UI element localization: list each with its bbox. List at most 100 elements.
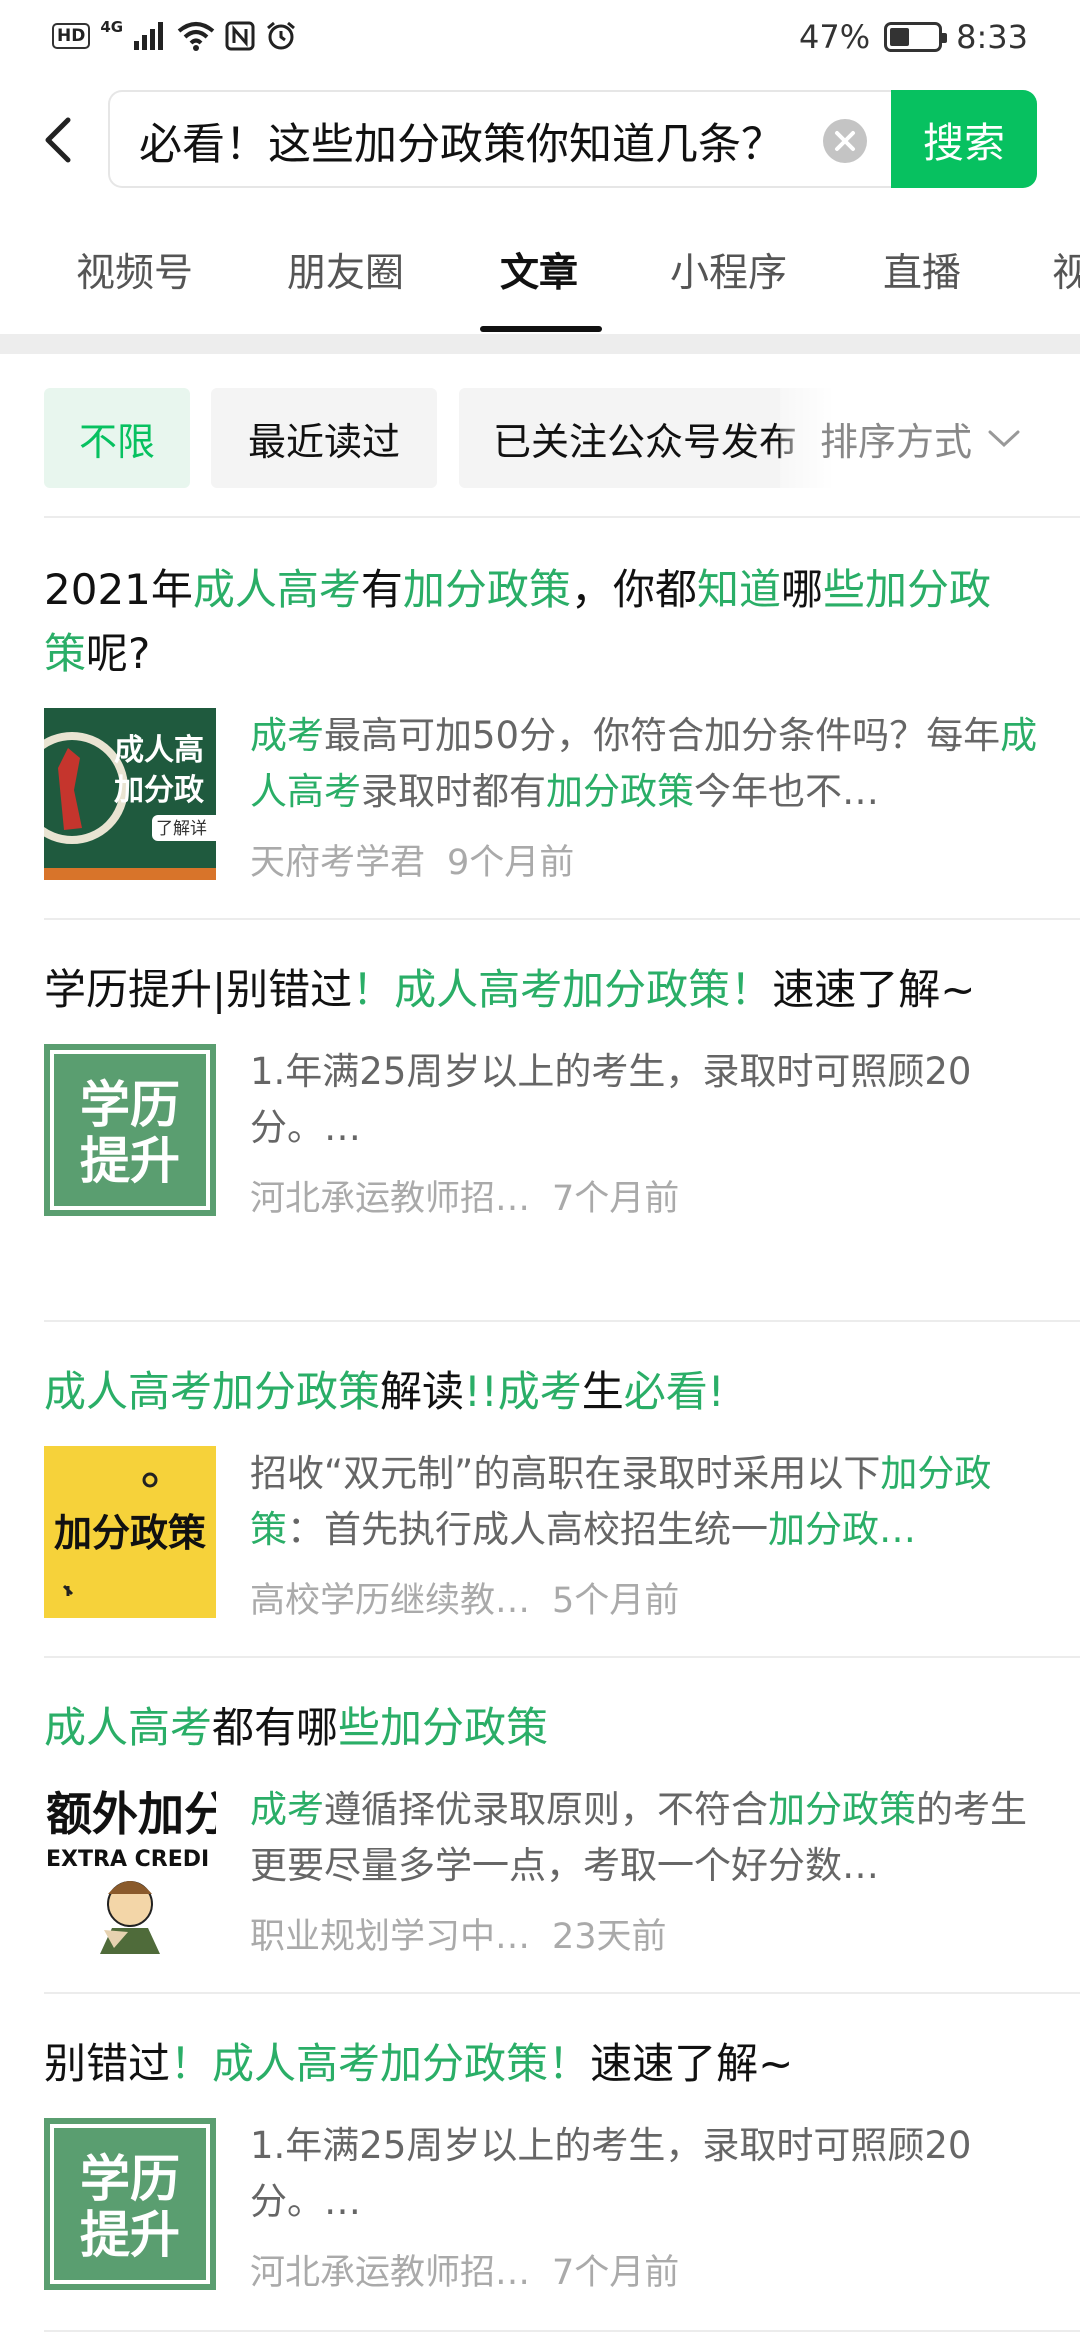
article-title[interactable]: 成人高考加分政策解读!!成考生必看! bbox=[44, 1360, 1080, 1424]
chevron-down-icon bbox=[988, 430, 1020, 448]
article-result-1[interactable]: 2021年成人高考有加分政策，你都知道哪些加分政策呢? 成人高 加分政 了解详 … bbox=[44, 558, 1080, 884]
article-title[interactable]: 别错过！成人高考加分政策！速速了解~ bbox=[44, 2032, 1080, 2096]
thumb-text: 学历 bbox=[80, 2150, 180, 2208]
active-tab-indicator bbox=[480, 326, 602, 332]
network-type: 4G bbox=[100, 18, 124, 36]
article-source[interactable]: 高校学历继续教… bbox=[250, 1581, 530, 1621]
article-snippet: 1.年满25周岁以上的考生，录取时可照顾20分。… bbox=[250, 2118, 1040, 2230]
tab-live[interactable]: 直播 bbox=[883, 242, 961, 298]
text-segment: 解读 bbox=[380, 1367, 465, 1416]
text-segment: 哪 bbox=[780, 565, 823, 614]
highlighted-keyword: 加分政策 bbox=[768, 1788, 916, 1831]
thumb-text: 学历 bbox=[80, 1076, 180, 1134]
nfc-icon bbox=[225, 21, 255, 51]
clock: 8:33 bbox=[956, 18, 1028, 56]
text-segment: 今年也不… bbox=[694, 770, 879, 813]
back-arrow-icon[interactable] bbox=[30, 110, 90, 170]
text-segment: 生 bbox=[581, 1367, 624, 1416]
text-segment: 速速了解~ bbox=[590, 2039, 794, 2088]
article-time: 7个月前 bbox=[552, 1179, 680, 1219]
highlighted-keyword: ！ bbox=[730, 965, 773, 1014]
text-segment: 学历提升|别错过 bbox=[44, 965, 353, 1014]
thumb-text: 提升 bbox=[80, 2206, 180, 2264]
tab-video-partial[interactable]: 视 bbox=[1052, 242, 1080, 298]
sort-label: 排序方式 bbox=[820, 419, 973, 464]
filter-unlimited[interactable]: 不限 bbox=[44, 388, 190, 488]
thumb-text: 提升 bbox=[80, 1132, 180, 1190]
highlighted-keyword: 成考 bbox=[250, 714, 324, 757]
text-segment: 最高可加50分，你符合加分条件吗？每年 bbox=[324, 714, 1001, 757]
text-segment: 速速了解~ bbox=[772, 965, 976, 1014]
thumb-text: 加分政 bbox=[114, 773, 204, 808]
article-thumbnail[interactable]: 学历 提升 bbox=[44, 1044, 216, 1216]
article-title[interactable]: 学历提升|别错过！成人高考加分政策！速速了解~ bbox=[44, 958, 1080, 1022]
tab-moments[interactable]: 朋友圈 bbox=[287, 242, 404, 298]
tab-articles[interactable]: 文章 bbox=[500, 242, 578, 298]
highlighted-keyword: ！ bbox=[352, 965, 395, 1014]
thumb-text: EXTRA CREDI bbox=[46, 1847, 209, 1872]
text-segment: 别错过 bbox=[44, 2039, 171, 2088]
alarm-icon bbox=[267, 21, 296, 50]
search-input[interactable]: 必看！这些加分政策你知道几条？ bbox=[108, 90, 894, 188]
status-icons-right: 47% 8:33 bbox=[799, 18, 1028, 56]
tab-channels[interactable]: 视频号 bbox=[76, 242, 193, 298]
text-segment: 遵循择优录取原则，不符合 bbox=[324, 1788, 768, 1831]
article-thumbnail[interactable]: 额外加分 EXTRA CREDI bbox=[44, 1782, 216, 1954]
highlighted-keyword: !!成考 bbox=[464, 1367, 582, 1416]
thumb-tag: 了解详 bbox=[156, 819, 207, 839]
status-bar: HD 4G 47% 8:33 bbox=[0, 0, 1080, 76]
article-title[interactable]: 2021年成人高考有加分政策，你都知道哪些加分政策呢? bbox=[44, 558, 1080, 686]
highlighted-keyword: 成人高考 bbox=[44, 1703, 213, 1752]
highlighted-keyword: ！ bbox=[170, 2039, 213, 2088]
highlighted-keyword: 些加分政策 bbox=[338, 1703, 549, 1752]
article-result-3[interactable]: 成人高考加分政策解读!!成考生必看! 加分政策 招收“双元制”的高职在录取时采用… bbox=[44, 1360, 1080, 1622]
highlighted-keyword: 成人高考加分政策 bbox=[44, 1367, 381, 1416]
thumb-text: 额外加分 bbox=[46, 1787, 216, 1841]
text-segment: 1.年满25周岁以上的考生，录取时可照顾20分。… bbox=[250, 1050, 972, 1149]
thumb-text: 成人高 bbox=[114, 733, 204, 768]
text-segment: 录取时都有 bbox=[361, 770, 546, 813]
highlighted-keyword: 加分政策 bbox=[546, 770, 694, 813]
section-divider bbox=[0, 334, 1080, 354]
highlighted-keyword: ！ bbox=[548, 2039, 591, 2088]
sort-dropdown[interactable]: 排序方式 bbox=[780, 388, 1080, 488]
article-source[interactable]: 河北承运教师招… bbox=[250, 1179, 530, 1219]
filter-recently-read[interactable]: 最近读过 bbox=[211, 388, 437, 488]
article-meta: 河北承运教师招… 7个月前 bbox=[250, 1170, 679, 1221]
battery-level bbox=[890, 28, 909, 46]
hd-icon: HD bbox=[52, 23, 91, 49]
article-snippet: 成考遵循择优录取原则，不符合加分政策的考生更要尽量多学一点，考取一个好分数… bbox=[250, 1782, 1040, 1894]
search-row: 必看！这些加分政策你知道几条？ 搜索 bbox=[0, 90, 1080, 190]
highlighted-keyword: 成考 bbox=[250, 1788, 324, 1831]
article-result-4[interactable]: 成人高考都有哪些加分政策 额外加分 EXTRA CREDI 成考遵循择优录取原则… bbox=[44, 1696, 1080, 1958]
filters-divider bbox=[44, 516, 1080, 518]
article-source[interactable]: 天府考学君 bbox=[250, 843, 425, 883]
text-segment: 都有哪 bbox=[212, 1703, 339, 1752]
article-time: 5个月前 bbox=[552, 1581, 680, 1621]
thumb-text: 加分政策 bbox=[54, 1511, 206, 1555]
article-snippet: 成考最高可加50分，你符合加分条件吗？每年成人高考录取时都有加分政策今年也不… bbox=[250, 708, 1040, 820]
article-thumbnail[interactable]: 成人高 加分政 了解详 bbox=[44, 708, 216, 880]
article-time: 23天前 bbox=[552, 1917, 667, 1957]
article-time: 9个月前 bbox=[447, 843, 575, 883]
tab-bar: 视频号 朋友圈 文章 小程序 直播 视 bbox=[0, 230, 1080, 334]
article-thumbnail[interactable]: 加分政策 bbox=[44, 1446, 216, 1618]
status-icons-left: HD 4G bbox=[52, 18, 297, 52]
article-source[interactable]: 职业规划学习中… bbox=[250, 1917, 530, 1957]
clear-icon[interactable] bbox=[822, 118, 868, 164]
tab-mini-programs[interactable]: 小程序 bbox=[670, 242, 787, 298]
result-divider bbox=[44, 1656, 1080, 1658]
text-segment: 招收“双元制”的高职在录取时采用以下 bbox=[250, 1452, 881, 1495]
highlighted-keyword: 加分政… bbox=[768, 1508, 916, 1551]
result-divider bbox=[44, 2330, 1080, 2332]
article-source[interactable]: 河北承运教师招… bbox=[250, 2253, 530, 2293]
highlighted-keyword: 知道 bbox=[696, 565, 781, 614]
search-button[interactable]: 搜索 bbox=[891, 90, 1037, 188]
text-segment: 呢? bbox=[86, 629, 151, 678]
article-result-2[interactable]: 学历提升|别错过！成人高考加分政策！速速了解~ 学历 提升 1.年满25周岁以上… bbox=[44, 958, 1080, 1220]
article-result-5[interactable]: 别错过！成人高考加分政策！速速了解~ 学历 提升 1.年满25周岁以上的考生，录… bbox=[44, 2032, 1080, 2294]
article-snippet: 1.年满25周岁以上的考生，录取时可照顾20分。… bbox=[250, 1044, 1040, 1156]
article-thumbnail[interactable]: 学历 提升 bbox=[44, 2118, 216, 2290]
article-title[interactable]: 成人高考都有哪些加分政策 bbox=[44, 1696, 1080, 1760]
search-query[interactable]: 必看！这些加分政策你知道几条？ bbox=[139, 110, 784, 172]
